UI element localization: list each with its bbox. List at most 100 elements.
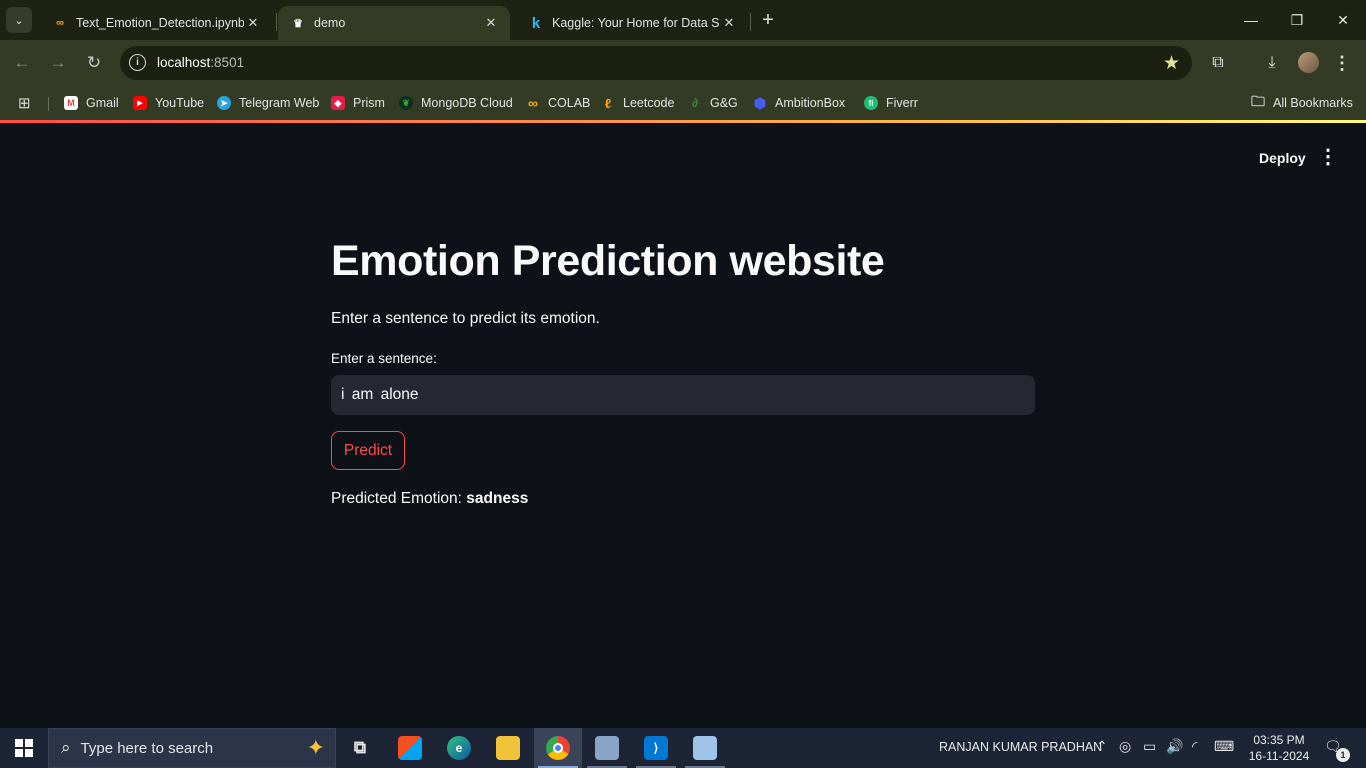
close-icon[interactable]: ✕ <box>482 14 500 32</box>
bookmark-gmail[interactable]: M Gmail <box>64 93 119 113</box>
tab-strip: ⌄ ∞ Text_Emotion_Detection.ipynb - ✕ ♛ d… <box>0 0 1366 40</box>
taskbar-microsoft-store[interactable] <box>386 728 434 768</box>
bookmark-label: YouTube <box>155 96 205 110</box>
all-bookmarks[interactable]: 🗀 All Bookmarks <box>1251 93 1353 113</box>
notepad-icon <box>693 736 717 760</box>
telegram-icon: ➤ <box>217 96 231 110</box>
url-host: localhost <box>157 55 211 70</box>
bookmark-leetcode[interactable]: ℓ Leetcode <box>601 93 675 113</box>
bookmark-ambitionbox[interactable]: ⬢ AmbitionBox <box>753 93 845 113</box>
gmail-icon: M <box>64 96 78 110</box>
deploy-button[interactable]: Deploy <box>1248 147 1317 169</box>
taskbar-photos[interactable] <box>583 728 631 768</box>
sentence-input-label: Enter a sentence: <box>331 351 437 366</box>
search-icon: ⌕ <box>61 738 71 757</box>
ambitionbox-icon: ⬢ <box>753 94 767 111</box>
taskbar-file-explorer[interactable] <box>484 728 532 768</box>
kaggle-icon: k <box>531 14 541 32</box>
bookmark-label: Fiverr <box>886 96 918 110</box>
page-subtitle: Enter a sentence to predict its emotion. <box>331 310 600 327</box>
bookmarks-bar: ⊞ M Gmail ▶ YouTube ➤ Telegram Web ◆ Pri… <box>0 86 1366 120</box>
bookmark-star-icon[interactable]: ★ <box>1163 52 1180 75</box>
battery-icon[interactable]: ▭ <box>1143 738 1156 755</box>
bookmark-youtube[interactable]: ▶ YouTube <box>133 93 204 113</box>
task-view-button[interactable]: ⧉ <box>336 728 384 768</box>
vscode-icon: ⟩ <box>644 736 668 760</box>
forward-icon[interactable]: → <box>44 49 72 77</box>
tab-title: Kaggle: Your Home for Data Sci <box>552 16 720 30</box>
extensions-icon[interactable]: ⧉ <box>1206 51 1230 75</box>
bookmark-label: Telegram Web <box>239 96 320 110</box>
chrome-icon <box>546 736 570 760</box>
minimize-button[interactable]: — <box>1228 0 1274 40</box>
page-title: Emotion Prediction website <box>331 237 885 285</box>
url-text[interactable]: localhost:8501 <box>157 55 244 70</box>
profile-avatar[interactable] <box>1298 52 1319 73</box>
geeksforgeeks-icon: ∂ <box>692 96 698 110</box>
all-bookmarks-label: All Bookmarks <box>1273 96 1353 110</box>
bookmark-telegram[interactable]: ➤ Telegram Web <box>217 93 319 113</box>
chevron-up-icon[interactable]: ⌃ <box>1096 738 1108 755</box>
leetcode-icon: ℓ <box>604 95 612 111</box>
start-button[interactable] <box>0 728 48 768</box>
tab-colab[interactable]: ∞ Text_Emotion_Detection.ipynb - ✕ <box>40 6 272 40</box>
back-icon[interactable]: ← <box>8 49 36 77</box>
prediction-result: Predicted Emotion: sadness <box>331 490 528 508</box>
url-port: :8501 <box>210 55 245 70</box>
bookmarks-divider <box>48 97 49 111</box>
task-view-icon: ⧉ <box>353 738 367 757</box>
wifi-icon[interactable]: ◜ <box>1192 738 1197 755</box>
tab-kaggle[interactable]: k Kaggle: Your Home for Data Sci ✕ <box>516 6 748 40</box>
bookmark-colab[interactable]: ∞ COLAB <box>526 93 590 113</box>
clock-date: 16-11-2024 <box>1248 749 1310 763</box>
bookmark-mongodb[interactable]: ❦ MongoDB Cloud <box>399 93 513 113</box>
photos-icon <box>595 736 619 760</box>
bookmark-label: Prism <box>353 96 385 110</box>
site-info-icon[interactable]: i <box>129 54 146 71</box>
tab-title: demo <box>314 16 346 30</box>
copilot-sparkle-icon[interactable]: ✦ <box>307 735 325 761</box>
system-clock[interactable]: 03:35 PM 16-11-2024 <box>1246 732 1312 764</box>
mongodb-icon: ❦ <box>399 96 413 110</box>
taskbar-edge[interactable]: e <box>435 728 483 768</box>
address-bar[interactable]: i localhost:8501 ★ <box>120 46 1192 80</box>
windows-taskbar: ⌕ Type here to search ✦ ⧉ e ⟩ RANJAN KUM… <box>0 728 1366 768</box>
notification-center-button[interactable]: 🗨 1 <box>1324 738 1350 762</box>
restore-button[interactable]: ❐ <box>1274 0 1320 40</box>
taskbar-notepad[interactable] <box>681 728 729 768</box>
taskbar-vscode[interactable]: ⟩ <box>632 728 680 768</box>
bookmark-label: COLAB <box>548 96 591 110</box>
fiverr-icon: fi <box>864 96 878 110</box>
download-icon[interactable]: ⤓ <box>1260 51 1284 75</box>
browser-toolbar: ← → ↻ i localhost:8501 ★ ⧉ ⤓ ⋮ <box>0 40 1366 86</box>
bookmark-label: G&G <box>710 96 738 110</box>
bookmark-fiverr[interactable]: fi Fiverr <box>864 93 918 113</box>
tab-demo[interactable]: ♛ demo ✕ <box>278 6 510 40</box>
app-menu-icon[interactable]: ⋮ <box>1318 147 1338 169</box>
windows-logo-icon <box>15 739 33 757</box>
reload-icon[interactable]: ↻ <box>80 49 108 77</box>
keyboard-icon[interactable]: ⌨ <box>1214 738 1234 755</box>
close-icon[interactable]: ✕ <box>244 14 262 32</box>
browser-menu-icon[interactable]: ⋮ <box>1330 51 1354 75</box>
meet-now-icon[interactable]: ◎ <box>1119 738 1131 755</box>
apps-grid-icon[interactable]: ⊞ <box>18 93 31 113</box>
bookmark-label: Gmail <box>86 96 119 110</box>
bookmark-prism[interactable]: ◆ Prism <box>331 93 385 113</box>
predict-button[interactable]: Predict <box>331 431 405 470</box>
bookmark-label: AmbitionBox <box>775 96 846 110</box>
tab-search-button[interactable]: ⌄ <box>6 7 32 33</box>
taskbar-search[interactable]: ⌕ Type here to search ✦ <box>48 728 336 768</box>
close-window-button[interactable]: ✕ <box>1320 0 1366 40</box>
volume-icon[interactable]: 🔊 <box>1166 738 1183 755</box>
sentence-input[interactable] <box>331 375 1035 415</box>
close-icon[interactable]: ✕ <box>720 14 738 32</box>
prism-icon: ◆ <box>331 96 345 110</box>
bookmark-gfg[interactable]: ∂ G&G <box>688 93 738 113</box>
new-tab-button[interactable]: + <box>757 9 779 31</box>
edge-icon: e <box>447 736 471 760</box>
taskbar-chrome[interactable] <box>534 728 582 768</box>
tray-user-name: RANJAN KUMAR PRADHAN <box>939 740 1103 754</box>
tab-divider <box>276 13 277 31</box>
folder-icon <box>496 736 520 760</box>
